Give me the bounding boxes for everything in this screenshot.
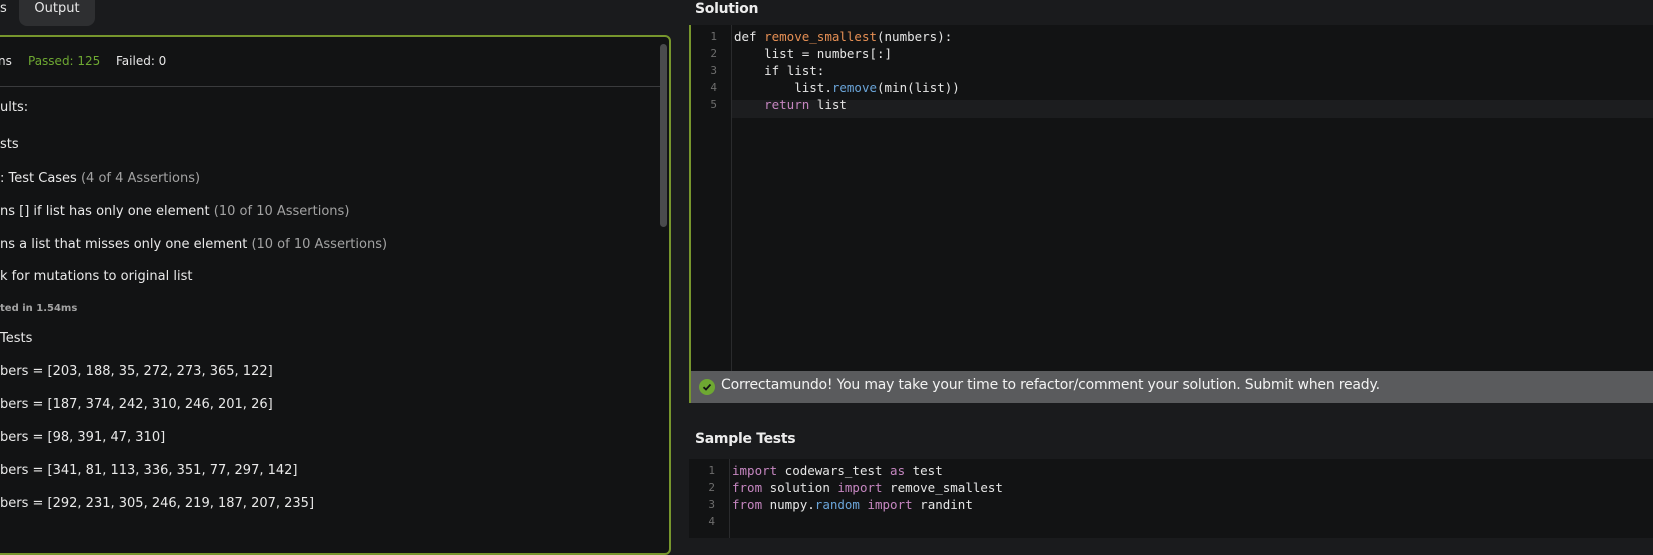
code-line: list = numbers[:]	[734, 46, 893, 61]
code-text: list:	[779, 63, 825, 78]
code-text: list	[809, 97, 847, 112]
line-number-gutter: 1 2 3 4	[689, 459, 730, 538]
test-group-tests[interactable]: sts	[0, 137, 19, 152]
test-group-label: ns a list that misses only one element	[0, 237, 248, 252]
test-group-mutations[interactable]: k for mutations to original list	[0, 269, 192, 284]
code-keyword: from	[732, 497, 763, 512]
test-group-basic[interactable]: : Test Cases (4 of 4 Assertions)	[0, 171, 200, 186]
line-number: 1	[708, 464, 715, 477]
sample-tests-editor[interactable]: 1 2 3 4 import codewars_test as test fro…	[689, 459, 1653, 538]
line-number: 5	[710, 98, 717, 111]
code-line: from solution import remove_smallest	[732, 480, 1003, 495]
tab-tests[interactable]: s	[0, 0, 13, 26]
code-method: remove	[831, 80, 878, 95]
test-case[interactable]: bers = [203, 188, 35, 272, 273, 365, 122…	[0, 364, 273, 379]
scrollbar[interactable]	[660, 44, 667, 227]
code-line: list.remove(min(list))	[734, 80, 960, 95]
code-keyword: from	[732, 480, 763, 495]
stat-passed: Passed: 125	[28, 54, 101, 68]
assertion-count: (4 of 4 Assertions)	[80, 171, 201, 186]
code-text: list.	[794, 80, 832, 95]
code-keyword: return	[764, 97, 810, 112]
test-group-random[interactable]: Tests	[0, 331, 32, 346]
solution-editor[interactable]: 1 2 3 4 5 def remove_smallest(numbers): …	[689, 25, 1653, 371]
code-text: remove_smallest	[882, 480, 1003, 495]
test-group-single[interactable]: ns [] if list has only one element (10 o…	[0, 204, 349, 219]
code-keyword: as	[890, 463, 906, 478]
test-group-label: : Test Cases	[0, 171, 77, 186]
code-line: if list:	[734, 63, 824, 78]
stat-time-fragment: ns	[0, 54, 12, 68]
assertion-count: (10 of 10 Assertions)	[213, 204, 350, 219]
test-case[interactable]: bers = [187, 374, 242, 310, 246, 201, 26…	[0, 397, 273, 412]
line-number: 3	[710, 64, 717, 77]
line-number: 2	[710, 47, 717, 60]
line-number: 2	[708, 481, 715, 494]
test-output-panel: s Output ns Passed: 125 Failed: 0 ults: …	[0, 0, 680, 555]
code-text: test	[905, 463, 943, 478]
code-text: (numbers):	[877, 29, 953, 44]
test-group-misses[interactable]: ns a list that misses only one element (…	[0, 237, 387, 252]
completion-time: ted in 1.54ms	[0, 303, 78, 314]
code-module: random	[814, 497, 860, 512]
code-keyword: import	[732, 463, 778, 478]
code-line: import codewars_test as test	[732, 463, 943, 478]
code-line: from numpy.random import randint	[732, 497, 973, 512]
code-text: randint	[912, 497, 973, 512]
line-number: 3	[708, 498, 715, 511]
line-number: 4	[710, 81, 717, 94]
line-number-gutter: 1 2 3 4 5	[691, 25, 732, 371]
code-text: (min(list))	[877, 80, 960, 95]
tab-output[interactable]: Output	[19, 0, 95, 26]
code-keyword: import	[837, 480, 883, 495]
test-case[interactable]: bers = [98, 391, 47, 310]	[0, 430, 165, 445]
line-number: 1	[710, 30, 717, 43]
divider	[0, 86, 662, 87]
code-panel: Solution 1 2 3 4 5 def remove_smallest(n…	[689, 0, 1653, 538]
code-text: numpy.	[762, 497, 815, 512]
check-circle-icon	[699, 379, 715, 395]
code-text: solution	[762, 480, 838, 495]
code-keyword: import	[859, 497, 913, 512]
test-case[interactable]: bers = [292, 231, 305, 246, 219, 187, 20…	[0, 496, 314, 511]
active-line-highlight	[732, 100, 1653, 118]
results-heading: ults:	[0, 100, 29, 115]
assertion-count: (10 of 10 Assertions)	[251, 237, 388, 252]
test-group-label: ns [] if list has only one element	[0, 204, 210, 219]
code-function: remove_smallest	[764, 29, 877, 44]
code-keyword: def	[734, 29, 757, 44]
stat-failed: Failed: 0	[116, 54, 167, 68]
solution-title: Solution	[695, 1, 759, 17]
code-line: def remove_smallest(numbers):	[734, 29, 952, 44]
success-message: Correctamundo! You may take your time to…	[721, 377, 1380, 393]
sample-tests-title: Sample Tests	[695, 431, 796, 447]
code-keyword: if	[764, 63, 780, 78]
line-number: 4	[708, 515, 715, 528]
code-line: return list	[734, 97, 847, 112]
code-text: codewars_test	[777, 463, 891, 478]
success-banner: Correctamundo! You may take your time to…	[689, 371, 1653, 403]
test-case[interactable]: bers = [341, 81, 113, 336, 351, 77, 297,…	[0, 463, 297, 478]
